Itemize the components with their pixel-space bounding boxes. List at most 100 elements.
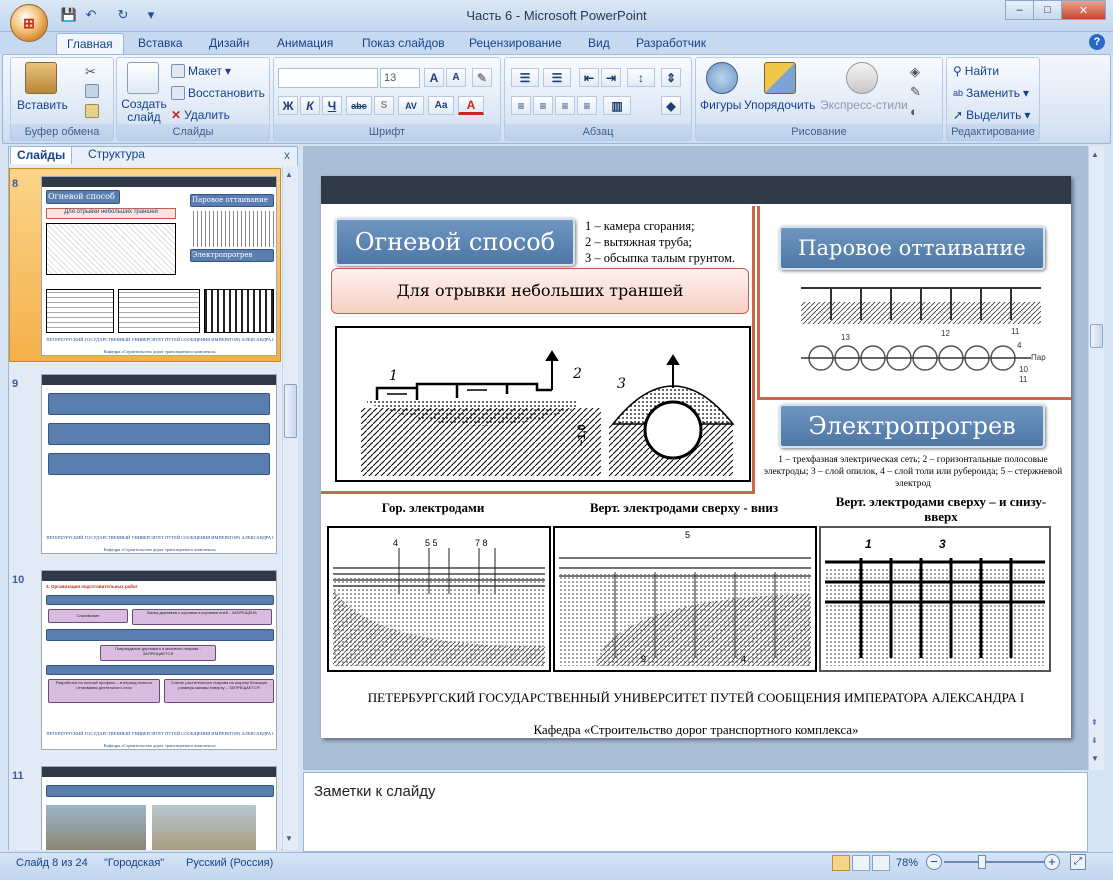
panel-scrollbar[interactable]: ▲ ▼: [282, 166, 298, 850]
status-bar: [0, 852, 1113, 880]
select-button[interactable]: ➚ Выделить ▾: [953, 108, 1030, 122]
text-direction-icon[interactable]: ⇕: [661, 68, 681, 87]
tab-home[interactable]: Главная: [56, 33, 124, 54]
tab-slides[interactable]: Слайды: [10, 146, 73, 164]
slide-thumbnail-9[interactable]: ПЕТЕРБУРГСКИЙ ГОСУДАРСТВЕННЫЙ УНИВЕРСИТЕ…: [41, 374, 277, 554]
tab-view[interactable]: Вид: [578, 33, 620, 54]
font-name-combo[interactable]: [278, 68, 378, 88]
thumb-footer: ПЕТЕРБУРГСКИЙ ГОСУДАРСТВЕННЫЙ УНИВЕРСИТЕ…: [46, 535, 274, 540]
slide-thumbnail-8[interactable]: Огневой способ Паровое оттаивание Для от…: [41, 176, 277, 356]
fit-to-window-icon[interactable]: ⤢: [1070, 854, 1086, 870]
outline-icon[interactable]: ✎: [910, 84, 921, 100]
grow-font-icon[interactable]: A: [424, 68, 444, 87]
bullets-icon[interactable]: ☰: [511, 68, 539, 87]
slideshow-view-icon[interactable]: [872, 855, 890, 871]
office-button[interactable]: ⊞: [10, 4, 48, 42]
electrode-label: 5 5: [425, 538, 438, 548]
thumb-pink-box: Повреждение дернового и мохового покрова…: [100, 645, 216, 661]
decrease-indent-icon[interactable]: ⇤: [579, 68, 599, 87]
find-label: Найти: [964, 64, 1000, 78]
align-right-icon[interactable]: ≡: [555, 96, 575, 115]
line-spacing-icon[interactable]: ↕: [627, 68, 655, 87]
font-size-combo[interactable]: 13: [380, 68, 420, 88]
sorter-view-icon[interactable]: [852, 855, 870, 871]
change-case-button[interactable]: Aa: [428, 96, 454, 115]
window-title: Часть 6 - Microsoft PowerPoint: [466, 8, 647, 23]
zoom-in-icon[interactable]: +: [1044, 854, 1060, 870]
zoom-level[interactable]: 78%: [896, 857, 918, 869]
format-painter-icon[interactable]: [85, 104, 99, 118]
tab-review[interactable]: Рецензирование: [459, 33, 572, 54]
bold-button[interactable]: Ж: [278, 96, 298, 115]
electric-legend: 1 – трехфазная электрическая сеть; 2 – г…: [763, 455, 1063, 489]
slide-number: 11: [12, 770, 24, 782]
slide-scrollbar[interactable]: ▲ ⇞ ⇟ ▼: [1088, 146, 1104, 770]
columns-icon[interactable]: ▥: [603, 96, 631, 115]
numbering-icon[interactable]: ☰: [543, 68, 571, 87]
reset-label: Восстановить: [188, 86, 265, 100]
slide-canvas[interactable]: Огневой способ 1 – камера сгорания; 2 – …: [321, 176, 1071, 738]
new-slide-button[interactable]: Создать слайд: [121, 98, 167, 124]
smartart-icon[interactable]: ◆: [661, 96, 681, 115]
scroll-down-icon[interactable]: ▼: [285, 834, 293, 843]
shadow-button[interactable]: S: [374, 96, 394, 115]
prev-slide-icon[interactable]: ⇞: [1091, 718, 1098, 727]
scroll-down-icon[interactable]: ▼: [1091, 754, 1099, 763]
spacing-button[interactable]: AV: [398, 96, 424, 115]
minimize-button[interactable]: –: [1005, 0, 1034, 20]
fill-icon[interactable]: ◈: [910, 64, 920, 80]
scroll-thumb[interactable]: [284, 384, 297, 438]
scroll-up-icon[interactable]: ▲: [285, 170, 293, 179]
legend-line: 1 – камера сгорания;: [585, 219, 695, 233]
panel-close-icon[interactable]: x: [284, 148, 290, 162]
justify-icon[interactable]: ≡: [577, 96, 597, 115]
normal-view-icon[interactable]: [832, 855, 850, 871]
group-label: Рисование: [696, 124, 942, 140]
slide-thumbnail-10[interactable]: 3. Организация подготовительных работ Сп…: [41, 570, 277, 750]
paste-button[interactable]: Вставить: [17, 98, 68, 112]
arrange-button[interactable]: Упорядочить: [744, 98, 815, 112]
theme-name[interactable]: "Городская": [104, 857, 164, 869]
tab-developer[interactable]: Разработчик: [626, 33, 716, 54]
shapes-button[interactable]: Фигуры: [700, 98, 741, 112]
find-button[interactable]: ⚲ Найти: [953, 64, 999, 78]
effects-icon[interactable]: ◐: [910, 104, 918, 119]
thumb-heading: 3. Организация подготовительных работ: [46, 584, 138, 589]
align-center-icon[interactable]: ≡: [533, 96, 553, 115]
layout-button[interactable]: Макет ▾: [171, 64, 231, 78]
italic-button[interactable]: К: [300, 96, 320, 115]
tab-animation[interactable]: Анимация: [267, 33, 343, 54]
chevron-down-icon: ▾: [1024, 108, 1031, 122]
help-icon[interactable]: ?: [1089, 34, 1105, 50]
language[interactable]: Русский (Россия): [186, 857, 273, 869]
close-button[interactable]: ✕: [1061, 0, 1106, 20]
maximize-button[interactable]: □: [1033, 0, 1062, 20]
scroll-up-icon[interactable]: ▲: [1091, 150, 1099, 159]
font-color-icon[interactable]: A: [458, 96, 484, 115]
quick-styles-button[interactable]: Экспресс-стили: [820, 98, 908, 112]
slide-thumbnail-11[interactable]: [41, 766, 277, 850]
zoom-slider-track[interactable]: [944, 861, 1044, 863]
tab-design[interactable]: Дизайн: [199, 33, 259, 54]
scroll-thumb[interactable]: [1090, 324, 1103, 348]
tab-insert[interactable]: Вставка: [128, 33, 193, 54]
tab-outline[interactable]: Структура: [82, 146, 151, 164]
replace-button[interactable]: ab Заменить ▾: [953, 86, 1029, 100]
zoom-slider-handle[interactable]: [978, 855, 986, 869]
tab-slideshow[interactable]: Показ слайдов: [352, 33, 455, 54]
electrode-diagram-1-svg: 4 5 5 7 8: [333, 538, 545, 666]
cut-icon[interactable]: ✂: [85, 64, 96, 80]
increase-indent-icon[interactable]: ⇥: [601, 68, 621, 87]
underline-button[interactable]: Ч: [322, 96, 342, 115]
zoom-out-icon[interactable]: −: [926, 854, 942, 870]
next-slide-icon[interactable]: ⇟: [1091, 736, 1098, 745]
align-left-icon[interactable]: ≡: [511, 96, 531, 115]
reset-button[interactable]: Восстановить: [171, 86, 265, 100]
clear-format-icon[interactable]: ✎: [472, 68, 492, 87]
strike-button[interactable]: abc: [346, 96, 372, 115]
caption-vertical-down: Верт. электродами сверху - вниз: [589, 500, 779, 515]
notes-pane[interactable]: Заметки к слайду: [303, 772, 1088, 852]
shrink-font-icon[interactable]: A: [446, 68, 466, 87]
delete-slide-button[interactable]: ✕ Удалить: [171, 108, 230, 122]
copy-icon[interactable]: [85, 84, 99, 98]
